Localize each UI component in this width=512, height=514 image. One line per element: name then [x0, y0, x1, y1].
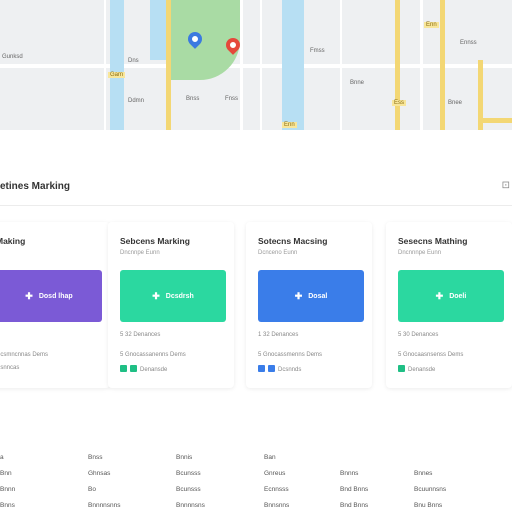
map-road-label: Enn	[424, 22, 439, 28]
table-row[interactable]: Bnns Bnnnnsnns Bnnnnsns Bnnsnns Bnd Bnns Bnu …	[0, 502, 512, 514]
collapse-icon[interactable]: ⊡	[502, 180, 510, 191]
card-subtitle: Dncnnpe Eunn	[120, 250, 160, 256]
map-label: Gunksd	[2, 54, 23, 60]
card-banner-button[interactable]: ✚ Dcsdrsh	[120, 270, 226, 322]
table-cell: Bnd Bnns	[340, 486, 369, 493]
map-label: Ddmn	[128, 98, 145, 104]
table-cell: Bcunsss	[176, 470, 201, 477]
map-major-road	[395, 0, 400, 130]
tag-square-icon	[268, 365, 275, 372]
card-subtitle: Dncnnnpe Eunn	[398, 250, 442, 256]
banner-label: Dosal	[308, 292, 328, 300]
table-row[interactable]: Bnn Ghnsas Bcunsss Gnreus Bnnns Bnnes	[0, 470, 512, 482]
map-road-label: Enn	[282, 122, 297, 128]
table-cell: Bnnes	[414, 470, 433, 477]
map-major-road	[166, 0, 171, 130]
map-road	[420, 0, 423, 130]
map-water	[282, 0, 304, 130]
plus-icon: ✚	[435, 290, 444, 301]
table-cell: Bcunsss	[176, 486, 201, 493]
table-cell: Bnd Bnns	[340, 502, 369, 509]
banner-label: Doeli	[449, 292, 467, 300]
map-road	[240, 0, 243, 130]
map-label: Ennss	[460, 40, 477, 46]
map-divider	[104, 0, 106, 130]
card-stat: 5 30 Denances	[398, 332, 439, 338]
card-banner-button[interactable]: ✚ Dosal	[258, 270, 364, 322]
card-tags: Dcsnnds	[258, 365, 301, 374]
card-stat: 5 32 Denances	[120, 332, 161, 338]
table-cell: Bnn	[0, 470, 12, 477]
section-title: etines Marking	[0, 181, 71, 192]
card-line: 5 Gnocaasnsenss Dems	[398, 352, 464, 358]
map-road-label: Gam	[108, 72, 126, 78]
marking-card[interactable]: Sotecns Macsing Dcnceno Eunn ✚ Dosal 1 3…	[246, 222, 372, 388]
table-cell: Bnnn	[0, 486, 16, 493]
table-cell: Bnnsnns	[264, 502, 290, 509]
map-label: Bnss	[186, 96, 200, 102]
table-row[interactable]: Bnnn Bo Bcunsss Ecnnsss Bnd Bnns Bcuunnsns	[0, 486, 512, 498]
card-tags: Dsnncas	[0, 365, 19, 371]
map-view[interactable]: Gunksd Dns Ddmn Bnss Fnss Fmss Bnne Enns…	[0, 0, 512, 130]
card-line: Dcsmncnnas Dems	[0, 352, 49, 358]
table-row[interactable]: a Bnss Bnnis Ban	[0, 454, 512, 466]
table-cell: Bo	[88, 486, 96, 493]
banner-label: Dcsdrsh	[165, 292, 194, 300]
table-cell: Ban	[264, 454, 276, 461]
map-label: Dns	[128, 58, 139, 64]
tag-square-icon	[398, 365, 405, 372]
card-tags: Denansde	[398, 365, 435, 374]
card-banner-button[interactable]: ✚ Doeli	[398, 270, 504, 322]
card-line: 5 Gnocassmenns Dems	[258, 352, 323, 358]
map-label: Bnne	[350, 80, 365, 86]
table-cell: Ghnsas	[88, 470, 111, 477]
card-banner-button[interactable]: ✚ Dosd lhap	[0, 270, 102, 322]
card-title: Sesecns Mathing	[398, 236, 468, 246]
table-cell: Bnss	[88, 454, 103, 461]
table-cell: Ecnnsss	[264, 486, 289, 493]
marking-card[interactable]: Sesecns Mathing Dncnnnpe Eunn ✚ Doeli 5 …	[386, 222, 512, 388]
plus-icon: ✚	[25, 290, 33, 301]
divider	[0, 205, 512, 206]
card-tag-label: Denansde	[140, 366, 168, 373]
card-title: Sotecns Macsing	[258, 236, 328, 246]
card-title: Sebcens Marking	[120, 236, 190, 246]
table-cell: Bnnnnsnns	[88, 502, 121, 509]
tag-square-icon	[130, 365, 137, 372]
table-cell: Bnu Bnns	[414, 502, 443, 509]
banner-label: Dosd lhap	[38, 292, 73, 300]
card-tag-label: Dcsnnds	[278, 366, 302, 373]
table-cell: Gnreus	[264, 470, 286, 477]
map-road	[0, 64, 512, 68]
map-road-label: Ess	[392, 100, 407, 106]
map-divider	[260, 0, 262, 130]
card-tags: Denansde	[120, 365, 167, 374]
marking-card[interactable]: Making ✚ Dosd lhap Dcsmncnnas Dems Dsnnc…	[0, 222, 110, 388]
map-label: Fmss	[310, 48, 325, 54]
card-stat: 1 32 Denances	[258, 332, 299, 338]
table-cell: Bnns	[0, 502, 15, 509]
card-tag-label: Dsnncas	[0, 365, 20, 371]
card-line: 5 Gnocassanenns Dems	[120, 352, 186, 358]
marking-card[interactable]: Sebcens Marking Dncnnpe Eunn ✚ Dcsdrsh 5…	[108, 222, 234, 388]
map-major-road	[440, 0, 445, 130]
map-water	[110, 0, 124, 130]
table-cell: Bnnns	[340, 470, 359, 477]
map-label: Fnss	[225, 96, 239, 102]
map-divider	[340, 0, 342, 130]
table-cell: Bnnnnsns	[176, 502, 205, 509]
tag-square-icon	[120, 365, 127, 372]
map-major-road	[478, 118, 512, 123]
tag-square-icon	[258, 365, 265, 372]
card-tag-label: Denansde	[408, 366, 436, 373]
plus-icon: ✚	[152, 290, 160, 301]
card-subtitle: Dcnceno Eunn	[258, 250, 298, 256]
table-cell: a	[0, 454, 4, 461]
table-cell: Bnnis	[176, 454, 193, 461]
card-title: Making	[0, 236, 26, 246]
table-cell: Bcuunnsns	[414, 486, 447, 493]
plus-icon: ✚	[294, 290, 303, 301]
map-label: Bnee	[448, 100, 463, 106]
